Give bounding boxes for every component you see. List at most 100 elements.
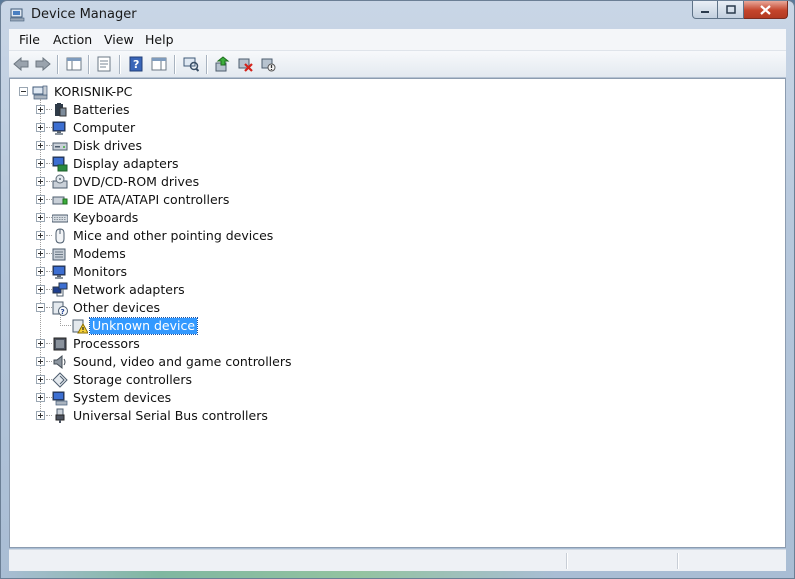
- back-button[interactable]: [12, 55, 30, 73]
- processor-icon: [53, 337, 67, 351]
- computer-icon: [32, 85, 48, 100]
- update-driver-icon: [215, 56, 230, 72]
- uninstall-device-icon: [238, 58, 253, 72]
- expand-icon[interactable]: [36, 357, 45, 366]
- tree-item-monitors[interactable]: Monitors: [10, 263, 410, 281]
- expand-icon[interactable]: [36, 411, 45, 420]
- expand-icon[interactable]: [36, 375, 45, 384]
- properties-button[interactable]: [95, 55, 113, 73]
- menu-action[interactable]: Action: [53, 32, 92, 47]
- expand-icon[interactable]: [36, 105, 45, 114]
- toolbar: ?: [9, 51, 786, 78]
- tree-item-network-adapters[interactable]: Network adapters: [10, 281, 410, 299]
- action-pane-button[interactable]: [150, 55, 168, 73]
- expand-icon[interactable]: [36, 267, 45, 276]
- system-devices-icon: [52, 391, 68, 406]
- svg-text:?: ?: [133, 58, 139, 71]
- tree-item-disk-drives[interactable]: Disk drives: [10, 137, 410, 155]
- tree-item-unknown-device[interactable]: Unknown device: [10, 317, 410, 335]
- tree-item-label: Universal Serial Bus controllers: [73, 408, 268, 423]
- expand-icon[interactable]: [36, 285, 45, 294]
- other-devices-icon: ?: [52, 301, 68, 316]
- disable-device-icon: [261, 58, 276, 72]
- expand-icon[interactable]: [36, 393, 45, 402]
- tree-item-modems[interactable]: Modems: [10, 245, 410, 263]
- expand-icon[interactable]: [36, 213, 45, 222]
- modem-icon: [52, 248, 66, 261]
- tree-item-label: IDE ATA/ATAPI controllers: [73, 192, 230, 207]
- ide-controller-icon: [52, 196, 68, 205]
- tree-item-label: DVD/CD-ROM drives: [73, 174, 200, 189]
- expand-icon[interactable]: [36, 231, 45, 240]
- tree-item-sound-video-and-game-controllers[interactable]: Sound, video and game controllers: [10, 353, 410, 371]
- tree-item-label: Unknown device: [88, 317, 199, 335]
- tree-item-batteries[interactable]: Batteries: [10, 101, 410, 119]
- forward-arrow-icon: [35, 57, 51, 71]
- update-driver-button[interactable]: [213, 55, 231, 73]
- warning-device-icon: [72, 319, 88, 334]
- tree-item-label: Monitors: [73, 264, 128, 279]
- tree-item-system-devices[interactable]: System devices: [10, 389, 410, 407]
- tree-root-item[interactable]: KORISNIK-PC: [10, 83, 310, 101]
- disable-button[interactable]: [259, 55, 277, 73]
- expand-icon[interactable]: [36, 339, 45, 348]
- tree-item-label: Other devices: [73, 300, 161, 315]
- minimize-button[interactable]: [692, 1, 718, 19]
- forward-button[interactable]: [34, 55, 52, 73]
- tree-item-keyboards[interactable]: Keyboards: [10, 209, 410, 227]
- help-button[interactable]: ?: [127, 55, 145, 73]
- tree-item-display-adapters[interactable]: Display adapters: [10, 155, 410, 173]
- show-hide-console-tree-icon: [66, 57, 82, 71]
- window-title: Device Manager: [31, 7, 137, 22]
- monitor-icon: [52, 265, 66, 279]
- tree-item-label: Display adapters: [73, 156, 179, 171]
- expand-icon[interactable]: [36, 177, 45, 186]
- expand-icon[interactable]: [36, 249, 45, 258]
- window-bottom-frame: [1, 571, 794, 578]
- collapse-icon[interactable]: [36, 303, 45, 312]
- back-arrow-icon: [13, 57, 29, 71]
- mouse-icon: [55, 228, 65, 244]
- menu-help[interactable]: Help: [145, 32, 174, 47]
- tree-item-label: Computer: [73, 120, 136, 135]
- show-hide-console-tree-button[interactable]: [65, 55, 83, 73]
- collapse-icon[interactable]: [19, 87, 28, 96]
- tree-item-processors[interactable]: Processors: [10, 335, 410, 353]
- menu-view[interactable]: View: [104, 32, 134, 47]
- tree-item-label: Disk drives: [73, 138, 142, 153]
- tree-item-label: System devices: [73, 390, 172, 405]
- tree-item-ide-ata-atapi-controllers[interactable]: IDE ATA/ATAPI controllers: [10, 191, 410, 209]
- close-button[interactable]: [744, 1, 788, 19]
- tree-item-mice-and-other-pointing-devices[interactable]: Mice and other pointing devices: [10, 227, 410, 245]
- tree-item-other-devices[interactable]: ? Other devices: [10, 299, 410, 317]
- tree-item-label: Batteries: [73, 102, 130, 117]
- close-icon: [760, 4, 771, 15]
- maximize-icon: [725, 5, 736, 14]
- device-tree[interactable]: KORISNIK-PC Batteries Computer Disk drives…: [9, 78, 786, 548]
- display-adapter-icon: [52, 156, 68, 172]
- disk-drive-icon: [52, 142, 68, 151]
- tree-item-dvd-cd-rom-drives[interactable]: DVD/CD-ROM drives: [10, 173, 410, 191]
- help-icon: ?: [129, 56, 143, 72]
- tree-item-computer[interactable]: Computer: [10, 119, 410, 137]
- scan-hardware-button[interactable]: [182, 55, 200, 73]
- menu-file[interactable]: File: [19, 32, 40, 47]
- tree-item-universal-serial-bus-controllers[interactable]: Universal Serial Bus controllers: [10, 407, 410, 425]
- expand-icon[interactable]: [36, 123, 45, 132]
- maximize-button[interactable]: [718, 1, 744, 19]
- expand-icon[interactable]: [36, 141, 45, 150]
- tree-root-label: KORISNIK-PC: [54, 84, 133, 99]
- tree-item-storage-controllers[interactable]: Storage controllers: [10, 371, 410, 389]
- tree-item-label: Processors: [73, 336, 140, 351]
- tree-item-label: Sound, video and game controllers: [73, 354, 292, 369]
- tree-item-label: Keyboards: [73, 210, 139, 225]
- expand-icon[interactable]: [36, 195, 45, 204]
- expand-icon[interactable]: [36, 159, 45, 168]
- tree-item-label: Mice and other pointing devices: [73, 228, 274, 243]
- dvd-drive-icon: [52, 174, 68, 189]
- title-bar[interactable]: Device Manager: [1, 1, 794, 29]
- tree-item-label: Modems: [73, 246, 126, 261]
- tree-item-label: Storage controllers: [73, 372, 193, 387]
- properties-icon: [97, 56, 111, 72]
- uninstall-button[interactable]: [236, 55, 254, 73]
